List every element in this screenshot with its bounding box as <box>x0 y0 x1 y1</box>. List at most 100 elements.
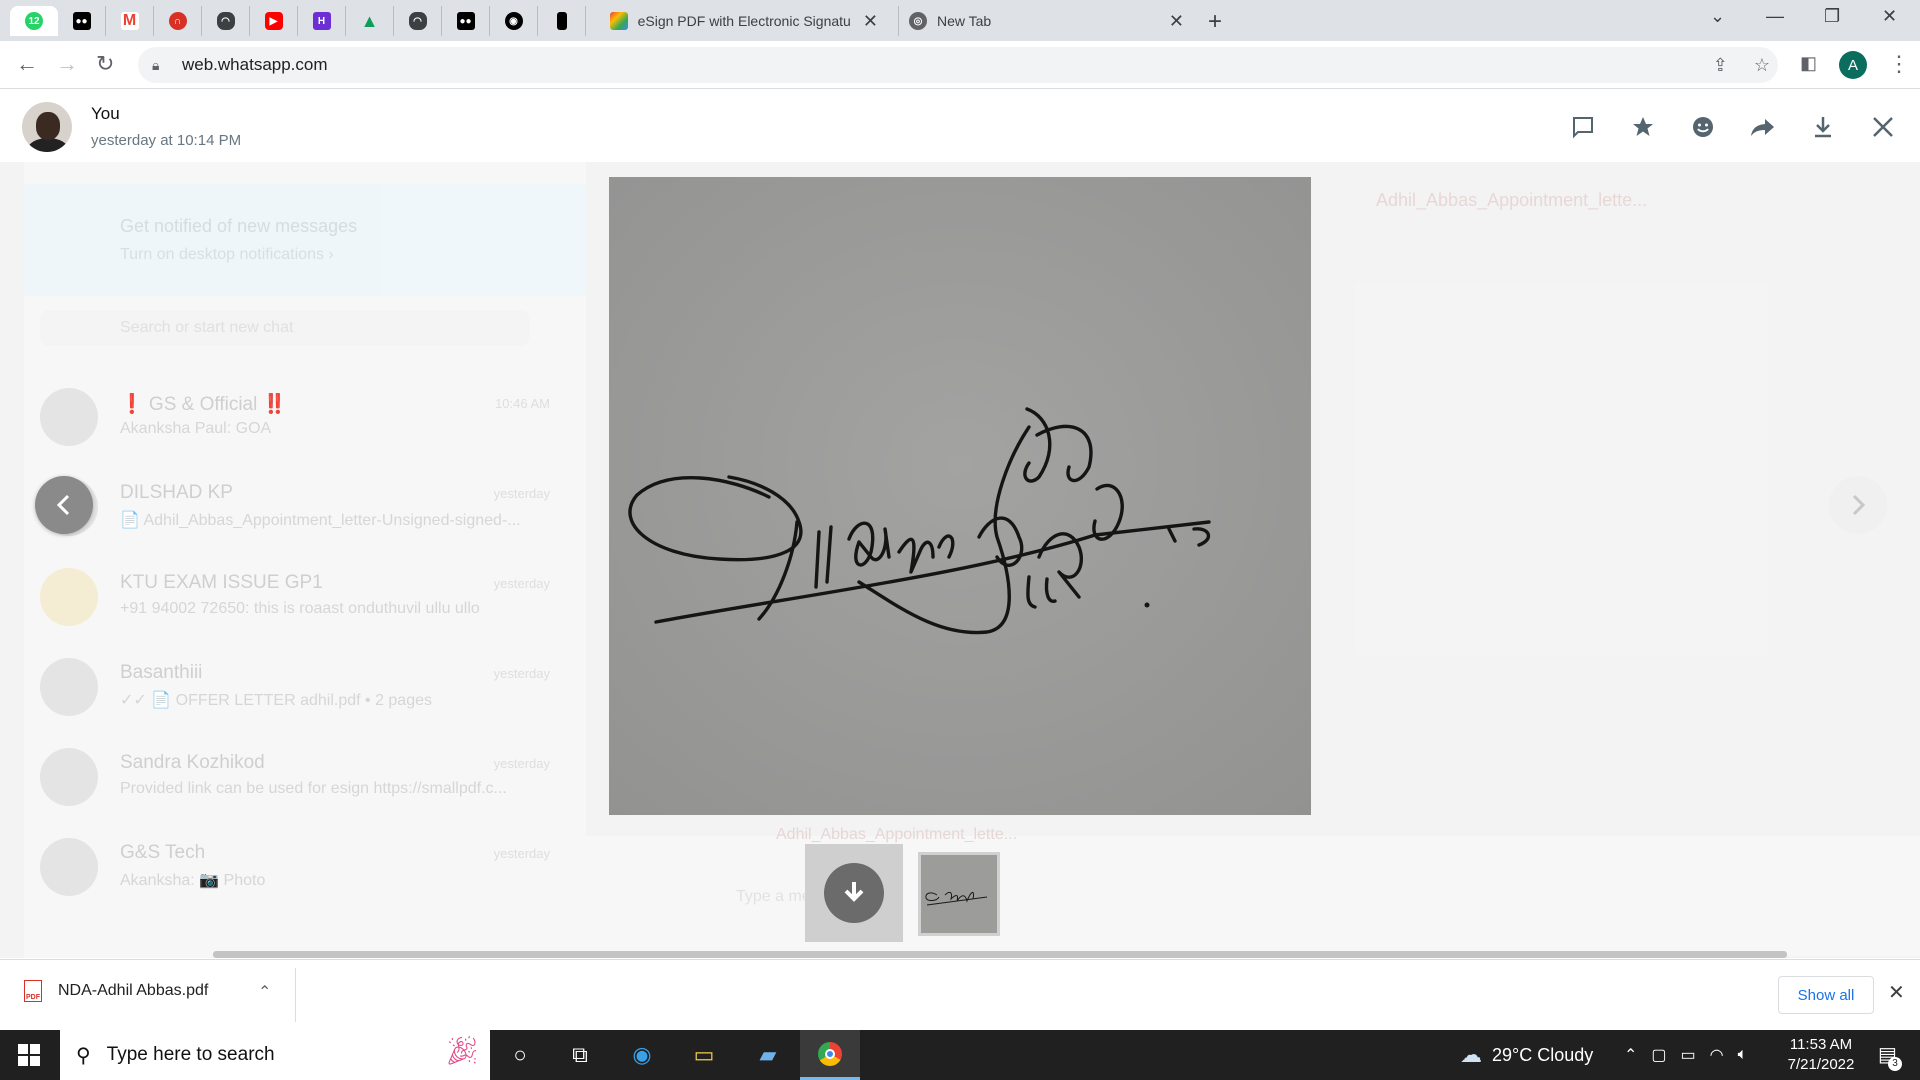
file-explorer-icon[interactable]: ▭ <box>688 1040 720 1070</box>
side-panel-icon[interactable]: ◧ <box>1800 53 1817 74</box>
close-tab-icon[interactable]: ✕ <box>1169 11 1184 32</box>
handwritten-signature <box>609 177 1311 815</box>
cloud-icon: ☁ <box>1460 1042 1482 1067</box>
edge-icon[interactable]: ◉ <box>626 1040 658 1070</box>
menu-icon[interactable]: ⋮ <box>1888 51 1910 77</box>
clock-time: 11:53 AM <box>1789 1036 1853 1053</box>
emoji-icon[interactable] <box>1690 114 1716 140</box>
download-icon[interactable] <box>1810 114 1836 140</box>
whatsapp-icon: 12 <box>25 12 43 30</box>
maximize-icon[interactable]: ❐ <box>1824 6 1840 27</box>
avatar <box>40 568 98 626</box>
phone-icon <box>556 12 567 30</box>
forward-icon[interactable] <box>1750 114 1776 140</box>
tab-incognito-1[interactable]: ◠ <box>202 6 250 36</box>
close-shelf-icon[interactable]: ✕ <box>1888 980 1905 1005</box>
tab-medium[interactable]: ●● <box>58 6 106 36</box>
download-arrow-icon <box>824 863 884 923</box>
avatar <box>40 388 98 446</box>
tab-app-h[interactable]: H <box>298 6 346 36</box>
sender-name: You <box>91 104 120 123</box>
signature-thumbnail[interactable] <box>918 852 1000 936</box>
address-bar[interactable]: 🔒︎ web.whatsapp.com <box>138 47 1778 83</box>
tab-phone[interactable] <box>538 6 586 36</box>
chat-preview: 📄 Adhil_Abbas_Appointment_letter-Unsigne… <box>120 512 521 529</box>
viewer-actions <box>1570 114 1896 140</box>
attachment-title: Adhil_Abbas_Appointment_lette... <box>1376 190 1648 210</box>
chat-name: KTU EXAM ISSUE GP1 <box>120 572 323 593</box>
show-all-button[interactable]: Show all <box>1778 976 1874 1014</box>
chevron-up-icon[interactable]: ⌃ <box>258 982 271 1002</box>
download-item[interactable]: PDF NDA-Adhil Abbas.pdf <box>24 980 208 1002</box>
tab-whatsapp[interactable]: 12 <box>10 6 58 36</box>
youtube-icon: ▶ <box>264 12 283 30</box>
battery-icon[interactable]: ▭ <box>1681 1045 1696 1065</box>
weather-widget[interactable]: ☁ 29°C Cloudy <box>1460 1030 1593 1080</box>
tab-new-tab[interactable]: ◎ New Tab ✕ <box>898 6 1194 36</box>
volume-icon[interactable]: 🔈︎ <box>1738 1046 1748 1064</box>
chat-time: yesterday <box>493 756 550 771</box>
next-media-button[interactable] <box>1829 476 1887 534</box>
chevron-up-icon[interactable]: ⌃ <box>1624 1045 1637 1065</box>
pdf-file-icon: PDF <box>24 980 42 1002</box>
search-placeholder: Search or start new chat <box>120 319 294 336</box>
sender-avatar <box>22 102 72 152</box>
wifi-icon[interactable]: ◠ <box>1710 1045 1724 1065</box>
taskbar-search-box[interactable]: ⚲ Type here to search 🎉︎ <box>60 1030 490 1080</box>
back-icon[interactable]: ← <box>16 51 38 77</box>
app-icon[interactable]: ▰ <box>752 1040 784 1070</box>
medium-icon: ●● <box>456 12 475 30</box>
tab-castbox[interactable]: ∩ <box>154 6 202 36</box>
tab-google-drive[interactable]: ▲ <box>346 6 394 36</box>
tab-esign[interactable]: eSign PDF with Electronic Signatu ✕ <box>600 6 888 36</box>
close-tab-icon[interactable]: ✕ <box>863 11 878 32</box>
thumbnail-download-button[interactable] <box>805 844 903 942</box>
esign-favicon-icon <box>610 12 628 30</box>
previous-media-button[interactable] <box>35 476 93 534</box>
tab-medium-2[interactable]: ●● <box>442 6 490 36</box>
tab-gmail[interactable]: M <box>106 6 154 36</box>
notification-title: Get notified of new messages <box>120 216 358 236</box>
meet-now-icon[interactable]: ▢ <box>1651 1045 1666 1065</box>
pinned-tabs: 12 ●● M ∩ ◠ ▶ H ▲ ◠ ●● ◉ <box>10 6 586 36</box>
signature-image <box>609 177 1311 815</box>
media-thumbnail-strip <box>0 834 1920 958</box>
tab-incognito-2[interactable]: ◠ <box>394 6 442 36</box>
incognito-icon: ◠ <box>216 12 235 30</box>
windows-taskbar: ⚲ Type here to search 🎉︎ ○ ⧉ ◉ ▭ ▰ ☁ 29°… <box>0 1030 1920 1080</box>
image-message-bubble <box>1354 282 1768 656</box>
tab-search-icon[interactable]: ⌄ <box>1710 6 1725 27</box>
share-icon[interactable]: ⇪ <box>1713 55 1728 76</box>
profile-avatar[interactable]: A <box>1839 51 1867 79</box>
media-viewer-header: You yesterday at 10:14 PM <box>0 90 1920 162</box>
tab-youtube[interactable]: ▶ <box>250 6 298 36</box>
cortana-icon[interactable]: ○ <box>504 1040 536 1070</box>
taskbar-clock[interactable]: 11:53 AM 7/21/2022 <box>1776 1035 1866 1075</box>
chat-preview: ✓✓ 📄 OFFER LETTER adhil.pdf • 2 pages <box>120 692 432 709</box>
star-icon[interactable] <box>1630 114 1656 140</box>
notification-banner: Get notified of new messages Turn on des… <box>24 184 586 296</box>
window-close-icon[interactable]: ✕ <box>1882 6 1897 27</box>
bookmark-star-icon[interactable]: ☆ <box>1754 55 1770 76</box>
chat-name: Basanthiii <box>120 662 203 683</box>
avatar <box>40 748 98 806</box>
reload-icon[interactable]: ↻ <box>96 51 114 77</box>
horizontal-scrollbar[interactable] <box>213 951 1787 958</box>
forward-icon[interactable]: → <box>56 51 78 77</box>
weather-text: 29°C Cloudy <box>1492 1044 1594 1065</box>
new-tab-button[interactable]: + <box>1208 8 1222 36</box>
minimize-icon[interactable]: — <box>1766 6 1784 27</box>
chat-list-item: DILSHAD KP 📄 Adhil_Abbas_Appointment_let… <box>40 470 580 540</box>
system-tray: ⌃ ▢ ▭ ◠ 🔈︎ <box>1624 1030 1747 1080</box>
clock-date: 7/21/2022 <box>1787 1056 1855 1073</box>
tab-github[interactable]: ◉ <box>490 6 538 36</box>
search-icon: ⚲ <box>76 1044 91 1067</box>
chrome-taskbar-button[interactable] <box>800 1030 860 1080</box>
windows-start-icon[interactable] <box>18 1044 40 1066</box>
download-file-name: NDA-Adhil Abbas.pdf <box>58 982 209 999</box>
reply-icon[interactable] <box>1570 114 1596 140</box>
tab-title: New Tab <box>937 13 992 29</box>
task-view-icon[interactable]: ⧉ <box>564 1040 596 1070</box>
medium-icon: ●● <box>72 12 91 30</box>
close-icon[interactable] <box>1870 114 1896 140</box>
